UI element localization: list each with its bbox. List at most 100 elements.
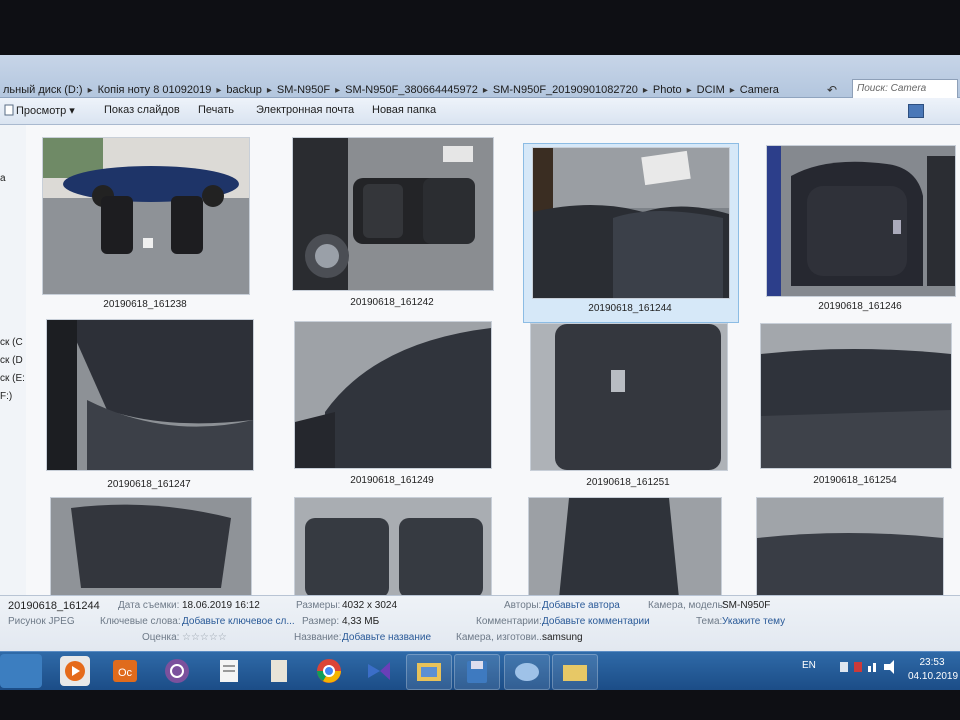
crumb-drive[interactable]: льный диск (D:) — [0, 84, 86, 96]
save-icon[interactable] — [454, 654, 500, 690]
size-label: Размер: — [302, 616, 340, 627]
dimensions-value: 4032 x 3024 — [342, 600, 398, 611]
authors-label: Авторы: — [504, 600, 542, 611]
comments-label: Комментарии: — [476, 616, 542, 627]
comments-value[interactable]: Добавьте комментарии — [542, 616, 650, 627]
rating-label: Оценка: — [142, 632, 180, 643]
crumb-backup[interactable]: backup — [223, 84, 264, 96]
size-value: 4,33 МБ — [342, 616, 380, 627]
file-name: 20190618_161242 — [350, 297, 434, 308]
selected-file-name: 20190618_161244 — [8, 600, 100, 612]
file-name: 20190618_161238 — [103, 299, 187, 310]
nav-item-drive-d[interactable]: ск (D — [0, 355, 23, 366]
clock-date: 04.10.2019 — [908, 671, 959, 682]
command-bar: Просмотр ▾ Показ слайдов Печать Электрон… — [0, 98, 960, 125]
file-grid: 20190618_161238 20190618_161242 20190618… — [26, 125, 960, 599]
explorer-window: льный диск (D:) ▸ Копія ноту 8 01092019 … — [0, 55, 960, 690]
rating-stars[interactable]: ☆☆☆☆☆ — [182, 632, 227, 643]
crumb-device[interactable]: SM-N950F — [274, 84, 333, 96]
crumb-backup-root[interactable]: Копія ноту 8 01092019 — [95, 84, 215, 96]
visual-studio-icon[interactable] — [364, 656, 394, 686]
svg-text:Oc: Oc — [118, 667, 133, 679]
keywords-label: Ключевые слова: — [100, 616, 181, 627]
media-player-icon[interactable] — [60, 656, 90, 686]
notes-icon[interactable] — [214, 656, 244, 686]
camera-model-value[interactable]: SM-N950F — [722, 600, 770, 611]
date-taken-label: Дата съемки: — [118, 600, 180, 611]
file-name: 20190618_161251 — [586, 477, 670, 488]
print-button[interactable]: Печать — [198, 104, 234, 116]
start-button[interactable] — [0, 654, 42, 688]
office-icon[interactable]: Oc — [110, 656, 140, 686]
chrome-icon[interactable] — [314, 656, 344, 686]
language-indicator[interactable]: EN — [802, 660, 816, 671]
crumb-photo[interactable]: Photo — [650, 84, 685, 96]
camera-maker-value[interactable]: samsung — [542, 632, 583, 643]
view-menu[interactable]: Просмотр ▾ — [16, 104, 75, 117]
camera-maker-label: Камера, изготови... — [456, 632, 545, 643]
file-thumbnail[interactable] — [46, 319, 254, 471]
crumb-camera[interactable]: Camera — [737, 84, 782, 96]
file-name: 20190618_161244 — [588, 303, 672, 314]
file-thumbnail[interactable] — [756, 497, 944, 599]
taskbar-window-icon[interactable] — [504, 654, 550, 690]
tray-icons[interactable] — [840, 660, 900, 677]
file-name: 20190618_161247 — [107, 479, 191, 490]
slideshow-button[interactable]: Показ слайдов — [104, 104, 180, 116]
file-name: 20190618_161246 — [818, 301, 902, 312]
viber-icon[interactable] — [162, 656, 192, 686]
crumb-dcim[interactable]: DCIM — [694, 84, 728, 96]
file-thumbnail[interactable] — [292, 137, 494, 291]
view-icon[interactable] — [4, 104, 14, 119]
file-thumbnail[interactable] — [294, 321, 492, 469]
crumb-device-id[interactable]: SM-N950F_380664445972 — [342, 84, 481, 96]
file-name: 20190618_161249 — [350, 475, 434, 486]
search-input[interactable]: Поиск: Camera — [852, 79, 958, 99]
file-type: Рисунок JPEG — [8, 616, 75, 627]
file-thumbnail[interactable] — [760, 323, 952, 469]
email-button[interactable]: Электронная почта — [256, 104, 354, 116]
file-thumbnail[interactable] — [294, 497, 492, 599]
subject-label: Тема: — [696, 616, 723, 627]
nav-item[interactable]: а — [0, 173, 6, 184]
taskbar-explorer-active[interactable] — [406, 654, 452, 690]
address-bar-area: льный диск (D:) ▸ Копія ноту 8 01092019 … — [0, 55, 960, 99]
file-thumbnail[interactable] — [530, 323, 728, 471]
dimensions-label: Размеры: — [296, 600, 341, 611]
camera-model-label: Камера, модель: — [648, 600, 726, 611]
crumb-separator[interactable]: ▸ — [86, 85, 95, 96]
crumb-separator[interactable]: ▸ — [641, 85, 650, 96]
crumb-separator[interactable]: ▸ — [728, 85, 737, 96]
file-thumbnail[interactable] — [528, 497, 722, 599]
crumb-device-date[interactable]: SM-N950F_20190901082720 — [490, 84, 641, 96]
date-taken-value[interactable]: 18.06.2019 16:12 — [182, 600, 260, 611]
clock-time: 23:53 — [919, 657, 945, 668]
title-label: Название: — [294, 632, 342, 643]
crumb-separator[interactable]: ▸ — [685, 85, 694, 96]
keywords-value[interactable]: Добавьте ключевое сл... — [182, 616, 295, 627]
subject-value[interactable]: Укажите тему — [722, 616, 785, 627]
nav-item-drive-c[interactable]: ск (C — [0, 337, 23, 348]
navigation-pane: а ск (C ск (D ск (E: F:) — [0, 125, 27, 595]
authors-value[interactable]: Добавьте автора — [542, 600, 620, 611]
change-view-icon[interactable] — [908, 104, 924, 118]
refresh-icon[interactable]: ↶ — [818, 81, 846, 99]
file-thumbnail[interactable] — [532, 147, 730, 299]
file-thumbnail[interactable] — [42, 137, 250, 295]
file-thumbnail[interactable] — [50, 497, 252, 599]
folder-icon[interactable] — [552, 654, 598, 690]
crumb-separator[interactable]: ▸ — [214, 85, 223, 96]
crumb-separator[interactable]: ▸ — [333, 85, 342, 96]
crumb-separator[interactable]: ▸ — [265, 85, 274, 96]
file-thumbnail[interactable] — [766, 145, 956, 297]
new-folder-button[interactable]: Новая папка — [372, 104, 436, 116]
breadcrumb[interactable]: льный диск (D:) ▸ Копія ноту 8 01092019 … — [0, 81, 782, 99]
document-icon[interactable] — [264, 656, 294, 686]
nav-item-drive-f[interactable]: F:) — [0, 391, 12, 402]
file-name: 20190618_161254 — [813, 475, 897, 486]
crumb-separator[interactable]: ▸ — [481, 85, 490, 96]
title-value[interactable]: Добавьте название — [342, 632, 431, 643]
nav-item-drive-e[interactable]: ск (E: — [0, 373, 25, 384]
clock[interactable]: 23:53 04.10.2019 — [908, 656, 959, 684]
details-pane: 20190618_161244 Рисунок JPEG Дата съемки… — [0, 595, 960, 652]
